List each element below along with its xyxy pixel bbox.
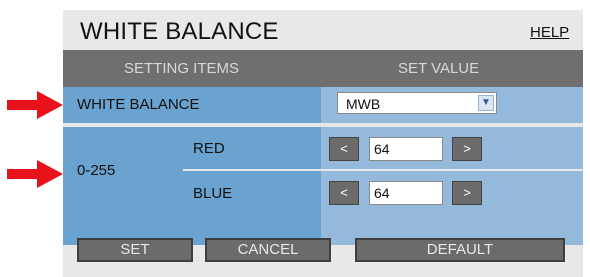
red-arrow-icon: [7, 91, 63, 119]
table-header: SETTING ITEMS SET VALUE: [63, 50, 583, 87]
chevron-down-icon[interactable]: ▼: [478, 95, 494, 111]
gain-settings-block: [63, 127, 583, 245]
blue-decrement-button[interactable]: <: [329, 181, 359, 205]
row-divider: [183, 169, 583, 171]
white-balance-selected-value: MWB: [346, 96, 381, 112]
red-arrow-icon: [7, 160, 63, 188]
white-balance-label-cell: WHITE BALANCE: [63, 87, 321, 123]
red-label: RED: [193, 140, 225, 157]
default-button[interactable]: DEFAULT: [355, 238, 565, 262]
red-decrement-button[interactable]: <: [329, 137, 359, 161]
blue-value-input[interactable]: [369, 181, 443, 205]
blue-label: BLUE: [193, 185, 233, 202]
cancel-button[interactable]: CANCEL: [205, 238, 331, 262]
gain-range-label: 0-255: [77, 162, 116, 179]
set-button[interactable]: SET: [77, 238, 193, 262]
white-balance-select[interactable]: MWB ▼: [337, 92, 497, 114]
set-value-header: SET VALUE: [398, 60, 480, 77]
white-balance-row: WHITE BALANCE: [63, 87, 583, 123]
blue-increment-button[interactable]: >: [452, 181, 482, 205]
setting-items-header: SETTING ITEMS: [124, 60, 240, 77]
help-link[interactable]: HELP: [530, 24, 569, 41]
gain-label-cell: [63, 127, 321, 245]
red-increment-button[interactable]: >: [452, 137, 482, 161]
page-title: WHITE BALANCE: [80, 18, 279, 45]
red-value-input[interactable]: [369, 137, 443, 161]
white-balance-label: WHITE BALANCE: [77, 96, 200, 113]
